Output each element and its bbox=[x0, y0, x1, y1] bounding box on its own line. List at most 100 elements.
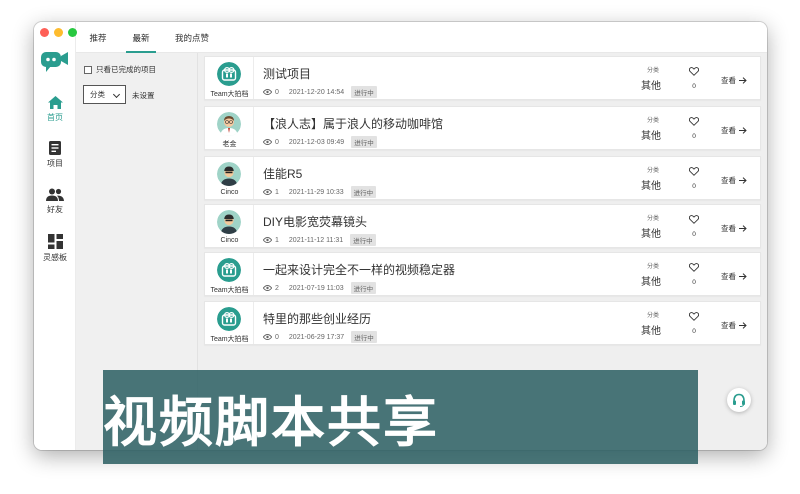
project-meta: 0 2021-06-29 17:37 进行中 bbox=[263, 331, 377, 343]
category-dropdown[interactable]: 分类 bbox=[83, 85, 126, 104]
category-value: 其他 bbox=[641, 277, 661, 288]
author-block[interactable]: 老金 bbox=[205, 107, 254, 149]
category-value: 其他 bbox=[641, 326, 661, 337]
view-project-link[interactable]: 查看 bbox=[721, 320, 747, 331]
project-date: 2021-11-29 10:33 bbox=[288, 188, 344, 196]
category-value: 其他 bbox=[641, 131, 661, 142]
project-title[interactable]: 一起来设计完全不一样的视频稳定器 bbox=[263, 261, 455, 278]
sidebar-item-label: 首页 bbox=[47, 113, 63, 122]
view-project-link[interactable]: 查看 bbox=[721, 125, 747, 136]
author-name: Team大拍档 bbox=[210, 287, 249, 294]
eye-icon bbox=[263, 189, 272, 195]
eye-icon bbox=[263, 285, 272, 291]
heart-icon[interactable] bbox=[689, 167, 699, 176]
view-count: 0 bbox=[275, 138, 279, 146]
view-label: 查看 bbox=[721, 224, 736, 233]
project-icon bbox=[49, 141, 61, 155]
eye-icon bbox=[263, 334, 272, 340]
status-badge: 进行中 bbox=[351, 331, 377, 343]
sidebar-item-inspiration[interactable]: 灵感板 bbox=[34, 234, 76, 263]
category-label: 分类 bbox=[646, 68, 659, 74]
author-avatar bbox=[217, 210, 241, 234]
only-completed-checkbox[interactable] bbox=[84, 65, 92, 74]
author-block[interactable]: Team大拍档 bbox=[205, 253, 254, 295]
minimize-window-button[interactable] bbox=[54, 28, 63, 37]
dashboard-icon bbox=[47, 234, 63, 249]
author-block[interactable]: Team大拍档 bbox=[205, 57, 254, 99]
project-card[interactable]: Cinco DIY电影宽荧幕镜头 1 2021-11-12 11:31 进行中 … bbox=[204, 204, 761, 248]
headset-icon bbox=[733, 393, 745, 407]
category-label: 分类 bbox=[646, 168, 659, 174]
sidebar-item-friends[interactable]: 好友 bbox=[34, 188, 76, 215]
view-label: 查看 bbox=[721, 176, 736, 185]
category-label: 分类 bbox=[646, 264, 659, 270]
view-label: 查看 bbox=[721, 272, 736, 281]
tab-latest[interactable]: 最新 bbox=[126, 22, 156, 53]
view-project-link[interactable]: 查看 bbox=[721, 175, 747, 186]
category-label: 分类 bbox=[646, 118, 659, 124]
category-value: 其他 bbox=[641, 81, 661, 92]
category-dropdown-label: 分类 bbox=[90, 90, 105, 99]
project-meta: 0 2021-12-20 14:54 进行中 bbox=[263, 86, 377, 98]
author-block[interactable]: Cinco bbox=[205, 157, 254, 199]
project-card[interactable]: Team大拍档 特里的那些创业经历 0 2021-06-29 17:37 进行中… bbox=[204, 301, 761, 345]
status-badge: 进行中 bbox=[351, 136, 377, 148]
maximize-window-button[interactable] bbox=[68, 28, 77, 37]
view-project-link[interactable]: 查看 bbox=[721, 271, 747, 282]
project-title[interactable]: 佳能R5 bbox=[263, 165, 302, 182]
project-card[interactable]: 老金 【浪人志】属于浪人的移动咖啡馆 0 2021-12-03 09:49 进行… bbox=[204, 106, 761, 150]
arrow-right-icon bbox=[739, 322, 747, 329]
close-window-button[interactable] bbox=[40, 28, 49, 37]
project-card[interactable]: Team大拍档 一起来设计完全不一样的视频稳定器 2 2021-07-19 11… bbox=[204, 252, 761, 296]
project-meta: 1 2021-11-12 11:31 进行中 bbox=[263, 234, 376, 246]
view-label: 查看 bbox=[721, 76, 736, 85]
heart-icon[interactable] bbox=[689, 312, 699, 321]
sidebar-item-project[interactable]: 项目 bbox=[34, 141, 76, 169]
project-date: 2021-06-29 17:37 bbox=[288, 333, 345, 341]
project-card[interactable]: Team大拍档 测试项目 0 2021-12-20 14:54 进行中 分类 其… bbox=[204, 56, 761, 100]
author-avatar bbox=[217, 162, 241, 186]
project-title[interactable]: DIY电影宽荧幕镜头 bbox=[263, 213, 367, 230]
arrow-right-icon bbox=[739, 177, 747, 184]
view-project-link[interactable]: 查看 bbox=[721, 75, 747, 86]
heart-icon[interactable] bbox=[689, 263, 699, 272]
status-badge: 进行中 bbox=[350, 186, 377, 198]
friends-icon bbox=[46, 188, 64, 201]
author-block[interactable]: Team大拍档 bbox=[205, 302, 254, 344]
like-count: 0 bbox=[692, 83, 696, 90]
tab-my-likes[interactable]: 我的点赞 bbox=[172, 22, 212, 53]
sidebar-item-home[interactable]: 首页 bbox=[34, 96, 76, 123]
view-label: 查看 bbox=[721, 321, 736, 330]
author-block[interactable]: Cinco bbox=[205, 205, 254, 247]
author-name: Team大拍档 bbox=[210, 336, 249, 343]
status-badge: 进行中 bbox=[350, 234, 376, 246]
category-label: 分类 bbox=[646, 313, 659, 319]
customer-service-button[interactable] bbox=[727, 388, 751, 412]
heart-icon[interactable] bbox=[689, 117, 699, 126]
app-logo-icon bbox=[41, 52, 68, 72]
arrow-right-icon bbox=[739, 77, 747, 84]
view-project-link[interactable]: 查看 bbox=[721, 223, 747, 234]
project-card[interactable]: Cinco 佳能R5 1 2021-11-29 10:33 进行中 分类 其他 … bbox=[204, 156, 761, 200]
sidebar-item-label: 项目 bbox=[47, 159, 63, 168]
sidebar-item-label: 好友 bbox=[47, 205, 63, 214]
project-meta: 1 2021-11-29 10:33 进行中 bbox=[263, 186, 377, 198]
view-count: 0 bbox=[275, 333, 279, 341]
project-meta: 2 2021-07-19 11:03 进行中 bbox=[263, 282, 377, 294]
heart-icon[interactable] bbox=[689, 215, 699, 224]
like-count: 0 bbox=[692, 231, 696, 238]
like-count: 0 bbox=[692, 183, 696, 190]
heart-icon[interactable] bbox=[689, 67, 699, 76]
category-value: 其他 bbox=[641, 229, 661, 240]
tab-recommended[interactable]: 推荐 bbox=[86, 22, 110, 53]
arrow-right-icon bbox=[739, 127, 747, 134]
author-name: Cinco bbox=[220, 237, 239, 244]
like-count: 0 bbox=[692, 328, 696, 335]
project-title[interactable]: 【浪人志】属于浪人的移动咖啡馆 bbox=[263, 115, 443, 132]
eye-icon bbox=[263, 89, 272, 95]
author-name: Team大拍档 bbox=[210, 91, 249, 98]
project-title[interactable]: 测试项目 bbox=[263, 65, 311, 82]
project-title[interactable]: 特里的那些创业经历 bbox=[263, 310, 371, 327]
eye-icon bbox=[263, 237, 272, 243]
only-completed-filter[interactable]: 只看已完成的项目 bbox=[84, 64, 156, 75]
